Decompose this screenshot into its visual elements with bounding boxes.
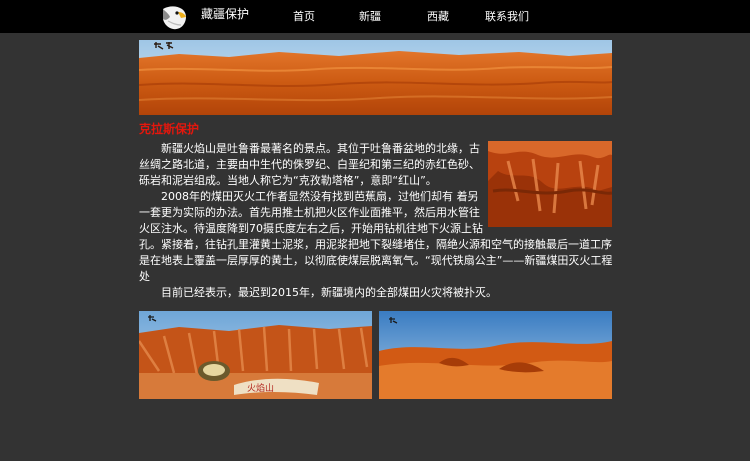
article-paragraph-3: 目前已经表示，最迟到2015年，新疆境内的全部煤田火灾将被扑灭。 (161, 286, 497, 299)
banner-image (139, 40, 612, 115)
image-spacer (486, 141, 614, 229)
article-body: 新疆火焰山是吐鲁番最著名的景点。其位于吐鲁番盆地的北缘，古丝绸之路北道，主要由中… (139, 141, 614, 301)
section-title: 克拉斯保护 (139, 122, 200, 136)
eagle-icon[interactable] (160, 3, 188, 31)
nav-contact[interactable]: 联系我们 (485, 10, 529, 23)
stone-inscription: 火焰山 (247, 382, 274, 394)
nav-home[interactable]: 首页 (293, 10, 315, 23)
photo-red-sand-dunes (379, 311, 612, 399)
nav-xizang[interactable]: 西藏 (427, 10, 449, 23)
site-brand-title[interactable]: 藏疆保护 (201, 7, 249, 21)
nav-xinjiang[interactable]: 新疆 (359, 10, 381, 23)
photo-flaming-mountain-stone: 火焰山 (139, 311, 372, 399)
top-navigation-bar: 藏疆保护 首页 新疆 西藏 联系我们 (0, 0, 750, 33)
